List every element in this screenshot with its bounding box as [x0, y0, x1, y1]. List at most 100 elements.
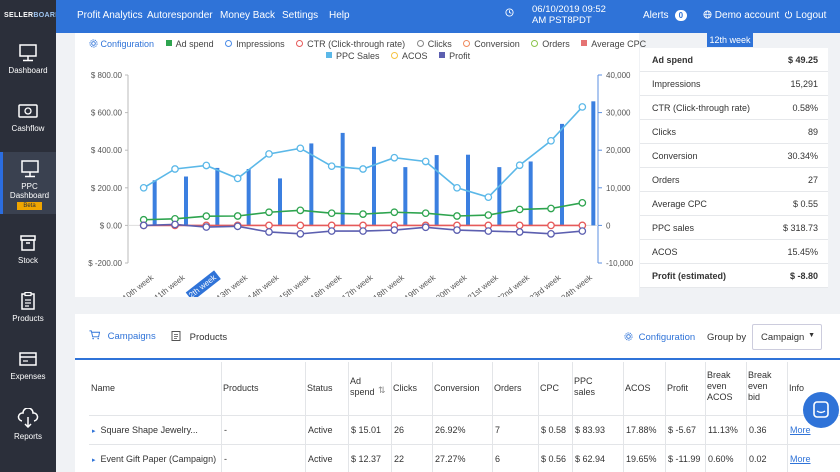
table-header-cell[interactable]: Profit: [667, 383, 688, 394]
group-by-select[interactable]: Campaign ▼: [752, 324, 822, 350]
stats-label: Clicks: [652, 127, 676, 137]
stats-label: Average CPC: [652, 199, 707, 209]
expand-caret-icon[interactable]: ▸: [92, 428, 96, 435]
column-divider: [432, 362, 433, 472]
table-header-cell[interactable]: Clicks: [393, 383, 417, 394]
nav-settings[interactable]: Settings: [282, 10, 318, 21]
table-header-cell[interactable]: Orders: [494, 383, 522, 394]
nav-autoresponder[interactable]: Autoresponder: [147, 10, 213, 21]
table-header-cell[interactable]: Conversion: [434, 383, 480, 394]
y-left-tick-label: $ 400.00: [91, 146, 123, 155]
y-left-tick-label: $ 200.00: [91, 184, 123, 193]
sidebar-item-ppc-dashboard[interactable]: PPC Dashboard Beta: [0, 152, 56, 214]
nav-profit-analytics[interactable]: Profit Analytics: [77, 10, 143, 21]
chart-card: Configuration Ad spend Impressions CTR (…: [75, 33, 646, 297]
sidebar-item-label: Expenses: [10, 372, 46, 381]
series-point: [515, 221, 524, 230]
y-left-tick-label: $ 0.00: [100, 221, 123, 230]
top-nav-bar: Profit Analytics Autoresponder Money Bac…: [56, 0, 840, 33]
expand-caret-icon[interactable]: ▸: [92, 457, 96, 464]
stats-value: $ 318.73: [782, 223, 818, 233]
account-label: Demo account: [714, 10, 780, 21]
sidebar-item-reports[interactable]: Reports: [0, 400, 56, 458]
series-point: [202, 212, 211, 220]
sort-icon[interactable]: ⇅: [378, 385, 386, 396]
stats-value: 89: [807, 127, 818, 137]
series-point: [484, 193, 493, 202]
series-point: [578, 227, 587, 235]
series-point: [421, 223, 430, 232]
campaign-name-cell[interactable]: ▸ Square Shape Jewelry...: [92, 425, 198, 435]
series-point: [453, 212, 461, 220]
sidebar-item-cashflow[interactable]: Cashflow: [0, 94, 56, 152]
ppc-chart[interactable]: $ 800.00 $ 600.00 $ 400.00 $ 200.00 $ 0.00 $ …: [75, 33, 639, 297]
table-header-cell[interactable]: Ad spend: [350, 376, 375, 398]
table-header-cell[interactable]: Break even ACOS: [707, 370, 733, 403]
series-point: [265, 221, 273, 230]
sidebar-item-stock[interactable]: Stock: [0, 226, 56, 284]
y-right-tick-label: 30,000: [606, 109, 631, 118]
sidebar-item-dashboard[interactable]: Dashboard: [0, 36, 56, 94]
table-header-cell[interactable]: CPC: [540, 383, 559, 394]
table-cell: -: [224, 454, 227, 464]
table-header-cell[interactable]: PPC sales: [574, 376, 595, 398]
table-header-cell[interactable]: Status: [307, 383, 333, 394]
impressions-bar: [591, 101, 596, 226]
globe-icon: [703, 10, 712, 19]
sidebar-item-label: PPC Dashboard: [9, 182, 50, 200]
table-header-cell[interactable]: Products: [223, 383, 259, 394]
sidebar-item-products[interactable]: Products: [0, 284, 56, 342]
table-cell: $ -11.99: [668, 454, 701, 464]
series-point: [359, 165, 367, 173]
x-tick-label: 15th week: [278, 272, 313, 297]
table-cell: 11.13%: [708, 425, 738, 435]
series-point: [265, 150, 273, 158]
series-point: [547, 136, 555, 145]
table-cell: $ 62.94: [575, 454, 606, 464]
table-cell: $ 0.58: [541, 425, 567, 435]
table-header-cell[interactable]: Name: [91, 383, 115, 394]
stats-week-tag: 12th week: [707, 33, 753, 47]
series-point: [265, 208, 273, 217]
impressions-bar: [528, 161, 533, 226]
x-tick-label: 16th week: [309, 272, 344, 297]
table-cell: 0.36: [749, 425, 767, 435]
cloud-icon: [17, 408, 39, 428]
nav-help[interactable]: Help: [329, 10, 350, 21]
more-link[interactable]: More: [790, 454, 811, 464]
campaign-name-cell[interactable]: ▸ Event Gift Paper (Campaign): [92, 454, 216, 464]
table-cell: 7: [495, 425, 501, 435]
campaign-name: Event Gift Paper (Campaign): [100, 454, 217, 464]
stats-label: Profit (estimated): [652, 271, 727, 281]
series-point: [296, 144, 305, 153]
alerts-link[interactable]: Alerts 0: [643, 10, 688, 21]
table-cell: 6: [495, 454, 501, 464]
nav-money-back[interactable]: Money Back: [220, 10, 275, 21]
y-right-tick-label: 20,000: [606, 146, 631, 155]
row-divider: [89, 444, 840, 445]
sidebar-item-expenses[interactable]: Expenses: [0, 342, 56, 400]
y-right-tick-label: -10,000: [606, 259, 634, 268]
table-cell: $ 0.56: [541, 454, 567, 464]
table-header-cell[interactable]: Info: [789, 383, 804, 394]
account-link[interactable]: Demo account: [703, 10, 779, 21]
configuration-label: Configuration: [638, 332, 696, 343]
stats-label: PPC sales: [652, 223, 695, 233]
table-header-cell[interactable]: Break even bid: [748, 370, 772, 403]
x-tick-label: 19th week: [403, 272, 438, 297]
tab-campaigns[interactable]: Campaigns: [89, 330, 156, 342]
impressions-bar: [497, 167, 502, 226]
table-cell: $ 15.01: [351, 425, 382, 435]
table-header-cell[interactable]: ACOS: [625, 383, 651, 394]
series-point: [390, 153, 399, 162]
brand-logo[interactable]: SELLERBOARD: [0, 0, 60, 30]
stats-value: 27: [807, 175, 818, 185]
stats-row: Average CPC $ 0.55: [640, 192, 828, 216]
tab-products[interactable]: Products: [171, 330, 227, 343]
logout-link[interactable]: Logout: [784, 10, 826, 21]
series-point: [547, 230, 555, 238]
series-point: [296, 221, 305, 230]
chat-support-button[interactable]: [803, 392, 839, 428]
stats-row: ACOS 15.45%: [640, 240, 828, 264]
table-configuration-link[interactable]: Configuration: [624, 332, 695, 343]
